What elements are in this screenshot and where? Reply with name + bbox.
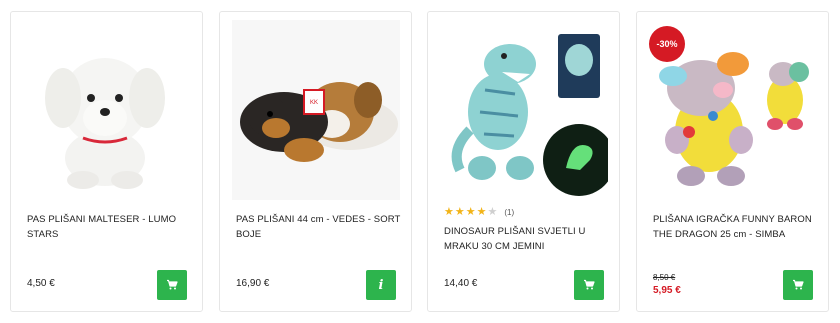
add-to-cart-button[interactable]: [157, 270, 187, 300]
product-price: 14,40 €: [444, 278, 478, 289]
star-icon: ★: [476, 206, 487, 218]
svg-text:KK: KK: [310, 100, 318, 106]
old-price: 8,50 €: [653, 273, 676, 282]
add-to-cart-button[interactable]: [574, 270, 604, 300]
glow-dinosaur-plush-icon: [451, 34, 608, 196]
product-price: 4,50 €: [27, 278, 55, 289]
plush-dogs-icon: KK: [232, 20, 400, 200]
product-title[interactable]: PAS PLIŠANI 44 cm - VEDES - SORT BOJE: [236, 212, 401, 242]
product-card[interactable]: PAS PLIŠANI MALTESER - LUMO STARS 4,50 €: [10, 11, 203, 312]
product-info-button[interactable]: i: [366, 270, 396, 300]
star-icon: ★: [444, 206, 454, 218]
star-icon: ★: [454, 206, 465, 218]
star-icon: ★: [465, 206, 476, 218]
product-card[interactable]: -30% PLIŠANA IGRAČKA FUNNY BARON THE DRA…: [636, 11, 829, 312]
add-to-cart-button[interactable]: [783, 270, 813, 300]
cart-icon: [793, 279, 804, 290]
star-icon: ★: [487, 206, 498, 218]
product-grid: PAS PLIŠANI MALTESER - LUMO STARS 4,50 €: [10, 11, 835, 313]
product-card[interactable]: ★ ★ ★ ★ ★ (1) DINOSAUR PLIŠANI SVJETLI U…: [427, 11, 620, 312]
discount-badge: -30%: [649, 26, 685, 62]
plush-dogs-image[interactable]: KK: [232, 20, 400, 200]
info-icon: i: [378, 277, 384, 293]
rating-count: (1): [504, 208, 515, 217]
sale-price: 5,95 €: [653, 285, 681, 296]
product-rating: ★ ★ ★ ★ ★ (1): [444, 207, 514, 218]
product-title[interactable]: DINOSAUR PLIŠANI SVJETLI U MRAKU 30 CM J…: [444, 224, 609, 254]
product-card[interactable]: KK PAS PLIŠANI 44 cm - VEDES - SORT BOJE…: [219, 11, 412, 312]
white-maltese-plush-image[interactable]: [23, 20, 191, 200]
product-title[interactable]: PLIŠANA IGRAČKA FUNNY BARON THE DRAGON 2…: [653, 212, 818, 242]
glow-dinosaur-plush-image[interactable]: [440, 20, 608, 200]
cart-icon: [167, 279, 178, 290]
white-maltese-plush-icon: [45, 58, 165, 189]
cart-icon: [584, 279, 595, 290]
product-title[interactable]: PAS PLIŠANI MALTESER - LUMO STARS: [27, 212, 192, 242]
product-price: 16,90 €: [236, 278, 270, 289]
